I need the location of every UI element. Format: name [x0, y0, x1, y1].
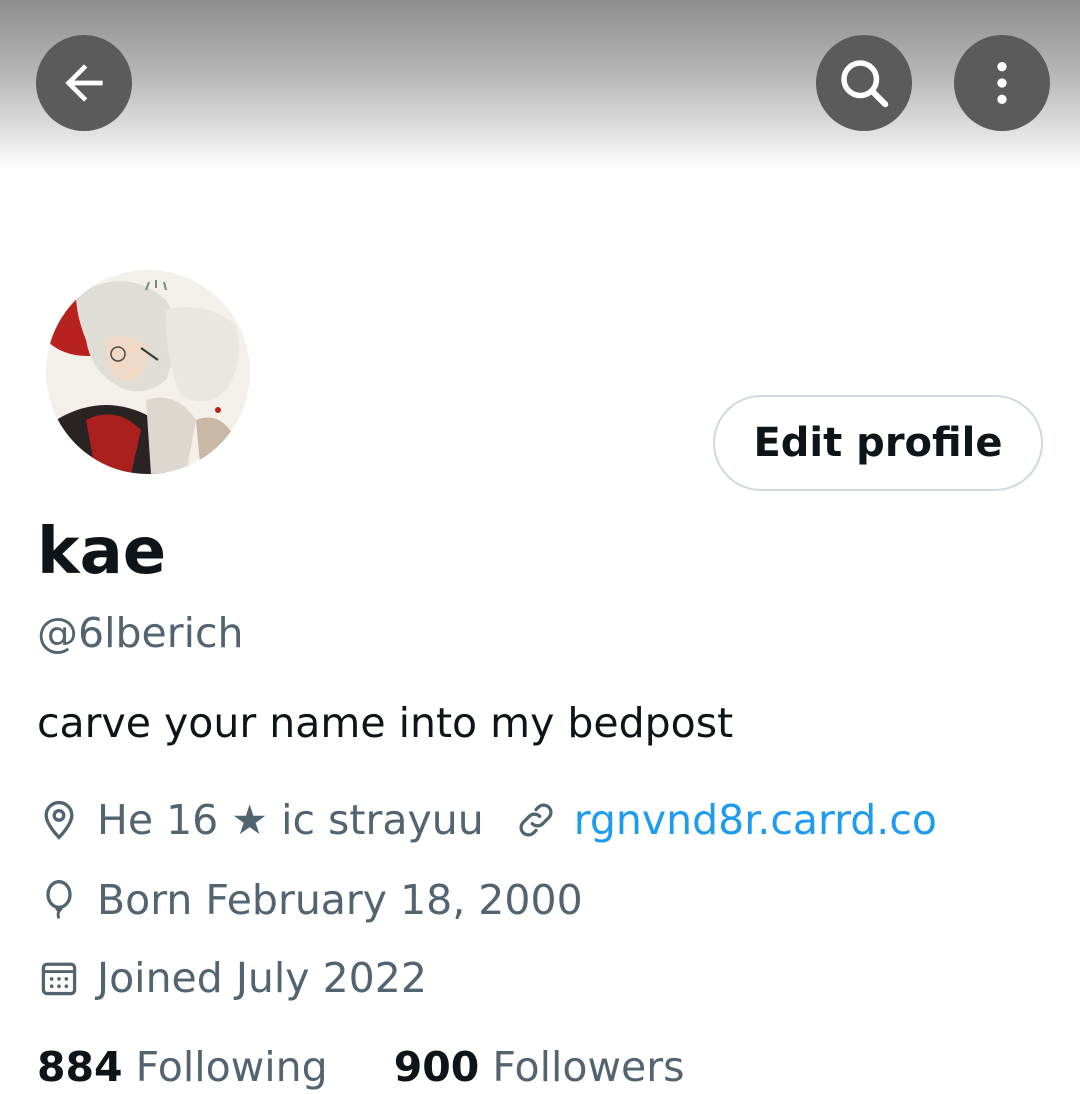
location-pin-icon [37, 798, 81, 842]
birthday-text: Born February 18, 2000 [97, 876, 583, 924]
location-website-row: He 16 ★ ic strayuu rgnvnd8r.carrd.co [37, 793, 937, 847]
location-text: He 16 ★ ic strayuu [97, 796, 484, 844]
followers-label: Followers [492, 1043, 685, 1091]
edit-profile-button[interactable]: Edit profile [713, 395, 1043, 491]
more-button[interactable] [954, 35, 1050, 131]
joined-row: Joined July 2022 [37, 951, 427, 1005]
bio: carve your name into my bedpost [37, 699, 734, 747]
profile-banner [0, 0, 1080, 170]
arrow-left-icon [65, 64, 103, 102]
avatar[interactable] [42, 266, 254, 478]
followers-count: 900 [393, 1043, 480, 1091]
following-label: Following [135, 1043, 328, 1091]
link-icon [514, 798, 558, 842]
balloon-icon [37, 878, 81, 922]
display-name: kae [37, 515, 167, 589]
back-button[interactable] [36, 35, 132, 131]
search-icon [841, 60, 889, 108]
following-count: 884 [37, 1043, 123, 1091]
following-stat[interactable]: 884 Following [37, 1043, 341, 1091]
handle: @6lberich [37, 609, 244, 657]
search-button[interactable] [816, 35, 912, 131]
calendar-icon [37, 956, 81, 1000]
website-link[interactable]: rgnvnd8r.carrd.co [574, 793, 937, 847]
follow-stats: 884 Following 900 Followers [37, 1040, 684, 1094]
followers-stat[interactable]: 900 Followers [394, 1043, 685, 1091]
avatar-illustration [46, 270, 250, 474]
joined-text: Joined July 2022 [97, 954, 427, 1002]
more-vertical-icon [997, 62, 1007, 104]
birthday-row: Born February 18, 2000 [37, 873, 583, 927]
